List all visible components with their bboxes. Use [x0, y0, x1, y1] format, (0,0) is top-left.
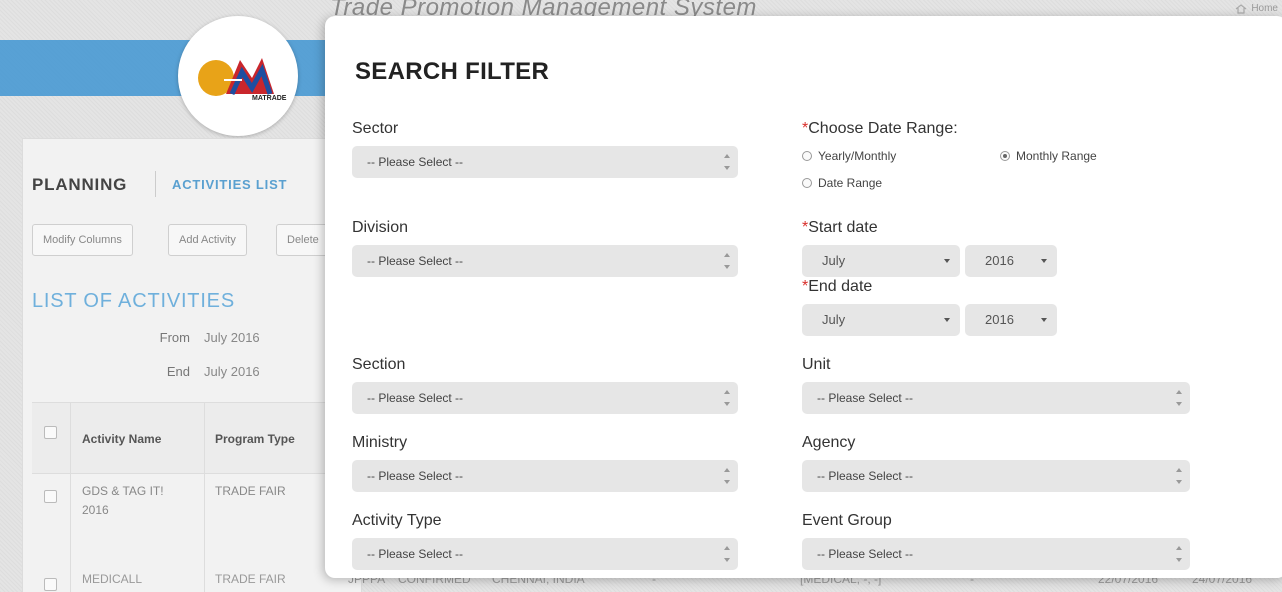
sector-select-value: -- Please Select --	[367, 155, 464, 169]
chevron-down-icon	[944, 318, 950, 322]
home-icon	[1235, 3, 1247, 14]
date-range-label: *Choose Date Range:	[802, 120, 958, 138]
radio-button[interactable]	[802, 178, 812, 188]
start-year-select[interactable]: 2016	[965, 245, 1057, 277]
activity-type-label: Activity Type	[352, 512, 442, 529]
row-checkbox[interactable]	[44, 578, 57, 591]
column-header-activity-name[interactable]: Activity Name	[82, 432, 161, 446]
logo-text: MATRADE	[252, 95, 287, 102]
select-arrows-icon	[724, 468, 730, 484]
page-section-title: PLANNING	[32, 175, 128, 194]
select-arrows-icon	[1176, 546, 1182, 562]
sector-label: Sector	[352, 120, 399, 137]
tab-activities-list[interactable]: ACTIVITIES LIST	[172, 177, 287, 192]
activity-type-select-value: -- Please Select --	[367, 547, 464, 561]
section-select[interactable]: -- Please Select --	[352, 382, 738, 414]
modal-title: SEARCH FILTER	[355, 58, 550, 85]
unit-select[interactable]: -- Please Select --	[802, 382, 1190, 414]
ministry-select-value: -- Please Select --	[367, 469, 464, 483]
unit-label: Unit	[802, 356, 831, 373]
section-label: Section	[352, 356, 406, 373]
end-date-label: *End date	[802, 278, 872, 296]
select-arrows-icon	[724, 546, 730, 562]
column-header-program-type[interactable]: Program Type	[215, 432, 295, 446]
home-label: Home	[1251, 3, 1278, 14]
chevron-down-icon	[1041, 259, 1047, 263]
division-label: Division	[352, 219, 409, 236]
agency-select[interactable]: -- Please Select --	[802, 460, 1190, 492]
radio-button[interactable]	[802, 151, 812, 161]
section-select-value: -- Please Select --	[367, 391, 464, 405]
chevron-down-icon	[944, 259, 950, 263]
sector-select[interactable]: -- Please Select --	[352, 146, 738, 178]
delete-button[interactable]: Delete	[276, 224, 330, 256]
unit-select-value: -- Please Select --	[817, 391, 914, 405]
end-date-label-text: End date	[808, 278, 873, 295]
event-group-select-value: -- Please Select --	[817, 547, 914, 561]
table-col-divider	[70, 402, 71, 592]
radio-yearly-monthly-label: Yearly/Monthly	[818, 149, 897, 163]
logo[interactable]: MATRADE	[178, 16, 298, 136]
radio-monthly-range[interactable]: Monthly Range	[1000, 149, 1097, 163]
ministry-label: Ministry	[352, 434, 408, 451]
end-label: End	[166, 364, 190, 379]
add-activity-button[interactable]: Add Activity	[168, 224, 247, 256]
radio-date-range-label: Date Range	[818, 176, 883, 190]
table-col-divider	[204, 402, 205, 592]
radio-monthly-range-label: Monthly Range	[1016, 149, 1097, 163]
end-month-select[interactable]: July	[802, 304, 960, 336]
division-select[interactable]: -- Please Select --	[352, 245, 738, 277]
row2-activity-name[interactable]: MEDICALL	[82, 572, 142, 586]
select-arrows-icon	[724, 154, 730, 170]
home-link[interactable]: Home	[1235, 3, 1278, 14]
end-month-value: July	[822, 312, 846, 327]
select-all-checkbox[interactable]	[44, 426, 57, 439]
from-value: July 2016	[204, 330, 260, 345]
end-value: July 2016	[204, 364, 260, 379]
radio-date-range[interactable]: Date Range	[802, 176, 882, 190]
end-year-select[interactable]: 2016	[965, 304, 1057, 336]
end-row: End July 2016	[150, 364, 260, 379]
row-checkbox[interactable]	[44, 490, 57, 503]
division-select-value: -- Please Select --	[367, 254, 464, 268]
date-range-label-text: Choose Date Range:	[808, 120, 958, 137]
from-label: From	[159, 330, 190, 345]
start-month-select[interactable]: July	[802, 245, 960, 277]
from-row: From July 2016	[150, 330, 260, 345]
activity-type-select[interactable]: -- Please Select --	[352, 538, 738, 570]
start-month-value: July	[822, 253, 846, 268]
search-filter-modal: SEARCH FILTER Sector -- Please Select --…	[325, 16, 1282, 578]
row1-program-type: TRADE FAIR	[215, 484, 286, 498]
radio-button-selected[interactable]	[1000, 151, 1010, 161]
event-group-select[interactable]: -- Please Select --	[802, 538, 1190, 570]
title-separator	[155, 171, 156, 197]
start-date-label-text: Start date	[808, 219, 878, 236]
event-group-label: Event Group	[802, 512, 892, 529]
row1-activity-name-line2[interactable]: 2016	[82, 503, 109, 517]
radio-yearly-monthly[interactable]: Yearly/Monthly	[802, 149, 896, 163]
list-title: LIST OF ACTIVITIES	[32, 290, 235, 312]
end-year-value: 2016	[985, 312, 1014, 327]
select-arrows-icon	[724, 253, 730, 269]
row2-program-type: TRADE FAIR	[215, 572, 286, 586]
select-arrows-icon	[1176, 390, 1182, 406]
agency-label: Agency	[802, 434, 856, 451]
agency-select-value: -- Please Select --	[817, 469, 914, 483]
row1-activity-name[interactable]: GDS & TAG IT!	[82, 484, 164, 498]
select-arrows-icon	[724, 390, 730, 406]
select-arrows-icon	[1176, 468, 1182, 484]
chevron-down-icon	[1041, 318, 1047, 322]
start-year-value: 2016	[985, 253, 1014, 268]
ministry-select[interactable]: -- Please Select --	[352, 460, 738, 492]
modify-columns-button[interactable]: Modify Columns	[32, 224, 133, 256]
start-date-label: *Start date	[802, 219, 878, 237]
